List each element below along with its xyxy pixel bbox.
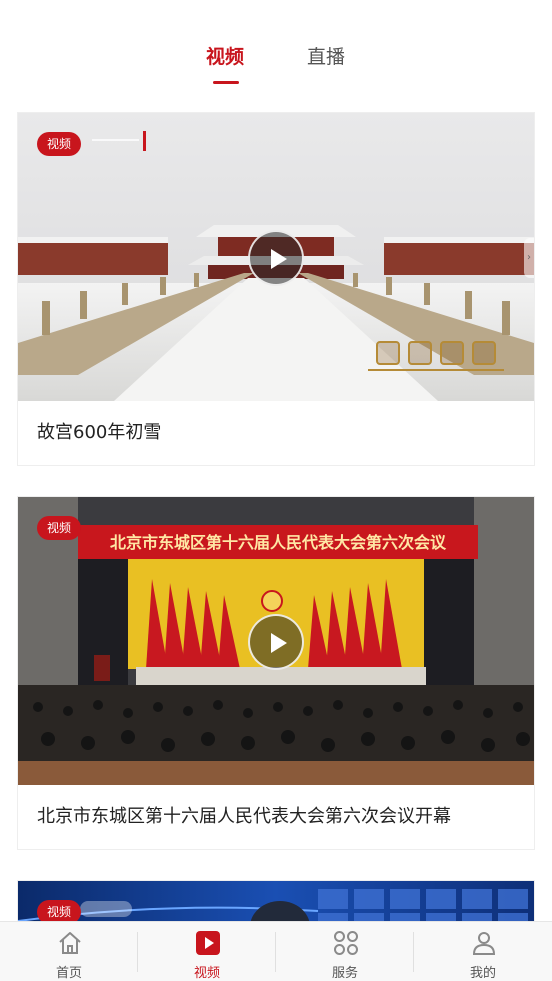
nav-video[interactable]: 视频 [138, 922, 276, 981]
show-title-logo [368, 335, 504, 371]
channel-watermark [80, 901, 132, 917]
video-badge: 视频 [37, 516, 82, 540]
bottom-navigation: 首页 视频 服务 我的 [0, 921, 552, 981]
video-title[interactable]: 北京市东城区第十六届人民代表大会第六次会议开幕 [37, 785, 451, 849]
nav-services[interactable]: 服务 [276, 922, 414, 981]
video-card[interactable]: 北京市东城区第十六届人民代表大会第六次会议 视频 北京市东城区第十六届人民代表大… [18, 497, 534, 849]
video-thumbnail[interactable]: 北京市东城区第十六届人民代表大会第六次会议 视频 [18, 497, 534, 785]
video-card[interactable]: › 视频 故宫600年初雪 [18, 113, 534, 465]
chevron-right-icon[interactable]: › [524, 238, 534, 278]
play-icon[interactable] [248, 614, 304, 670]
nav-label: 服务 [331, 966, 358, 981]
banner-text: 北京市东城区第十六届人民代表大会第六次会议 [110, 533, 447, 552]
grid-services-icon [334, 931, 358, 955]
video-badge: 视频 [37, 132, 82, 156]
nav-label: 视频 [193, 966, 220, 981]
channel-watermark [88, 131, 146, 151]
play-icon[interactable] [248, 230, 304, 286]
video-play-icon [196, 931, 220, 955]
nav-label: 首页 [55, 966, 82, 981]
tab-video[interactable]: 视频 [206, 44, 244, 70]
nav-profile[interactable]: 我的 [414, 922, 552, 981]
nav-label: 我的 [469, 966, 496, 981]
nav-home[interactable]: 首页 [0, 922, 138, 981]
video-title[interactable]: 故宫600年初雪 [37, 401, 161, 465]
user-icon [472, 932, 496, 955]
tab-live[interactable]: 直播 [307, 44, 345, 70]
top-tab-bar: 视频 直播 [0, 0, 552, 100]
home-icon [59, 932, 81, 954]
active-tab-indicator [213, 81, 239, 84]
video-thumbnail[interactable]: › 视频 [18, 113, 534, 401]
